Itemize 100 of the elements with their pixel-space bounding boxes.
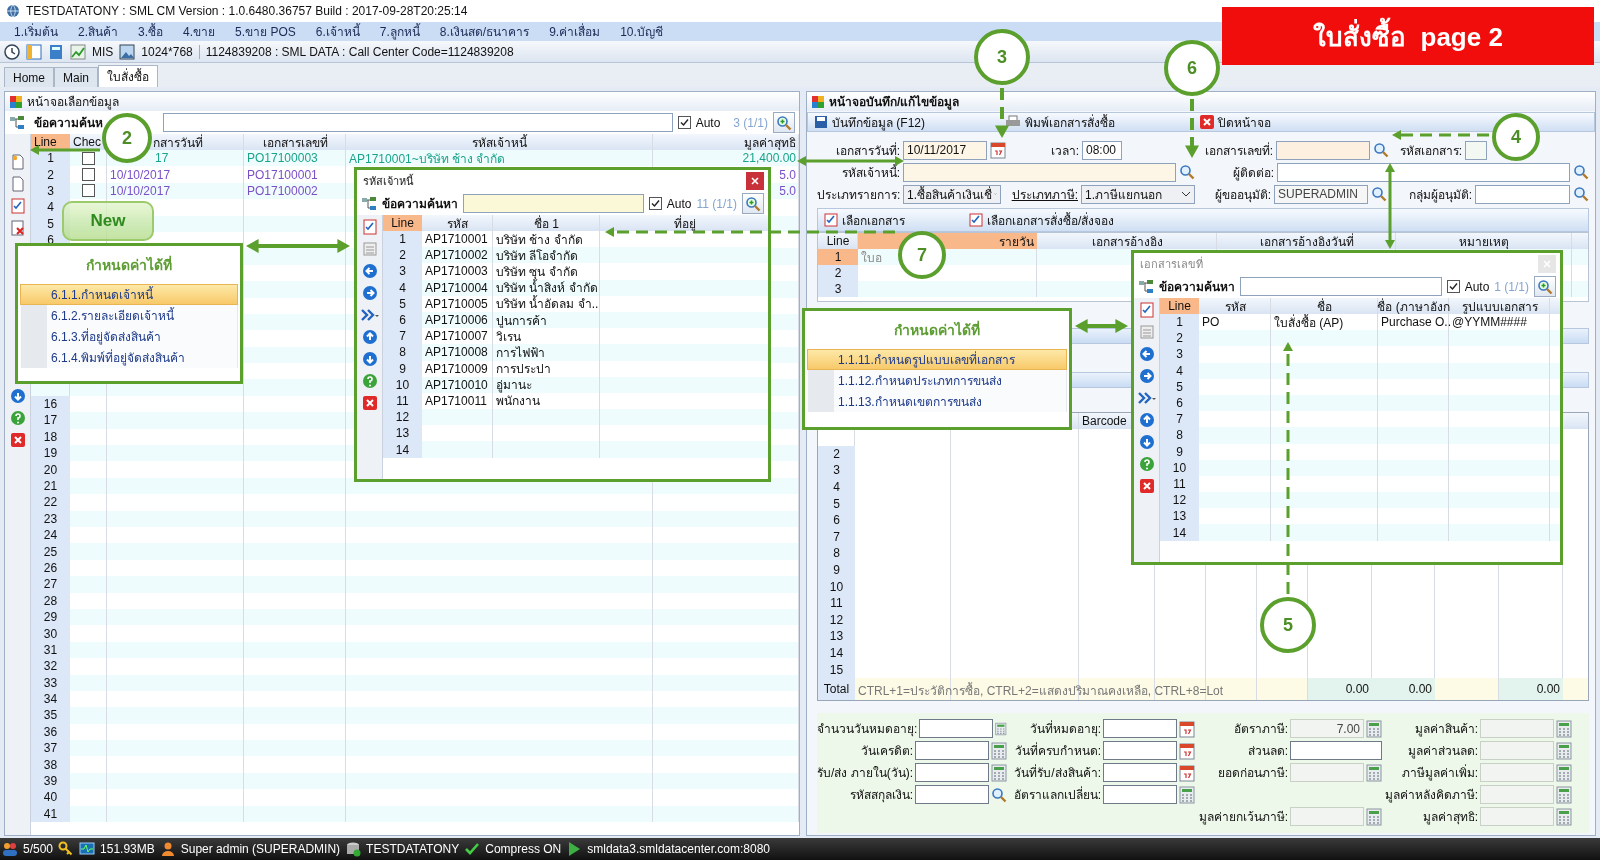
field-label: เวลา: (1049, 142, 1079, 160)
status-text: Super admin (SUPERADMIN) (180, 842, 341, 856)
result-count: 3 (1/1) (733, 115, 768, 130)
line-number: 3 (818, 462, 855, 479)
column-header: Line (826, 234, 850, 248)
table-cell: 10/10/2017 (110, 167, 171, 182)
line-number: 10 (818, 578, 855, 595)
line-number: 1 (383, 231, 422, 248)
line-number: 22 (31, 494, 70, 511)
line-number: 14 (1160, 524, 1199, 541)
line-number: 13 (1160, 508, 1199, 525)
total-label: Total (818, 677, 855, 700)
column-header: Line (383, 215, 422, 231)
line-number: 8 (818, 545, 855, 562)
table-cell: @YYMM#### (1452, 315, 1527, 330)
line-number: 35 (31, 707, 70, 724)
line-number: 14 (383, 441, 422, 458)
field-label: อัตราภาษี: (1232, 721, 1288, 739)
field-label: ประเภทรายการ: (817, 186, 900, 204)
table-cell-text: บริษัท ลีโอจำกัด (496, 247, 579, 265)
line-number: 2 (31, 166, 70, 183)
column-header: กสารวันที่ (153, 134, 203, 152)
field-label: อัตราแลกเปลี่ยน: (1012, 785, 1101, 805)
field-label: วันเครดิต: (859, 743, 913, 761)
line-number: 37 (31, 740, 70, 757)
line-number: 7 (383, 328, 422, 345)
field-label: ผู้ขออนุมัติ: (1213, 186, 1271, 204)
column-header: รหัส (1224, 298, 1246, 316)
field-label: จำนวนวันหมดอายุ: (817, 721, 918, 739)
status-text: TESTDATATONY (366, 842, 460, 856)
table-cell: AP1710003 (425, 264, 488, 279)
table-cell: Purchase O.. (1381, 315, 1452, 330)
field-label: ยอดก่อนภาษี: (1216, 765, 1288, 783)
line-number: 8 (383, 344, 422, 361)
line-number: 5 (818, 495, 855, 512)
line-number: 2 (383, 247, 422, 264)
status-text: smldata3.smldatacenter.com:8080 (587, 842, 770, 856)
table-cell: AP1710006 (425, 313, 488, 328)
table-cell: PO17100003 (247, 151, 318, 166)
field-label: มูลค่าส่วนลด: (1406, 743, 1478, 761)
table-cell: PO (1202, 315, 1220, 330)
line-number: 2 (818, 265, 858, 281)
field-label: มูลค่าสินค้า: (1413, 721, 1478, 739)
total-value: 0.00 (1499, 677, 1563, 700)
panel-title: หน้าจอบันทึก/แก้ไขข้อมูล (829, 94, 960, 111)
line-number: 3 (383, 263, 422, 280)
table-cell: 10/10/2017 (110, 183, 171, 198)
table-cell-text: ใบอ (861, 249, 882, 267)
table-cell: AP1710005 (425, 296, 488, 311)
table-cell-text: บริษัท ซุน จำกัด (496, 263, 578, 280)
column-header: รหัส (447, 215, 468, 233)
result-count: 1 (1/1) (1494, 279, 1529, 294)
table-cell: AP1710002 (425, 248, 488, 263)
table-cell-text: บริษัท ช้าง จำกัด (496, 231, 583, 249)
shortcut-hint: CTRL+1=ประวัติการซื้อ, CTRL+2=แสดงปริมาณคงเหลือ, CTRL+8=Lot (858, 681, 1224, 700)
table-cell-text: วิเรน (496, 328, 521, 346)
callout-title: กำหนดค่าได้ที่ (893, 319, 981, 340)
column-header: ชื่อ 1 (534, 215, 559, 233)
dialog-title: รหัสเจ้าหนี้ (363, 173, 414, 189)
select-value: 1.ซื้อสินค้าเงินเชื่ (907, 185, 992, 204)
field-label: ประเภทภาษี: (1010, 186, 1078, 204)
window-title: TESTDATATONY : SML CM Version : 1.0.6480.36757 Build : 2017-09-28T20:25:14 (26, 4, 468, 18)
line-number: 8 (1160, 427, 1199, 444)
column-header: เอกสารอ้างอิงวันที่ (1259, 233, 1354, 251)
line-number: 25 (31, 543, 70, 560)
status-text: 151.93MB (100, 842, 155, 856)
status-text: 5/500 (23, 842, 54, 856)
line-number: 1 (1160, 314, 1199, 331)
auto-label: Auto (666, 196, 692, 211)
table-cell: AP1710010 (425, 377, 488, 392)
field-label: รับ/ส่ง ภายใน(วัน): (817, 765, 913, 783)
field-label: รหัสเอกสาร: (1398, 142, 1462, 160)
table-cell: PO17100002 (247, 183, 318, 198)
column-header: Line (31, 134, 70, 150)
table-cell: AP1710004 (425, 280, 488, 295)
line-number: 20 (31, 461, 70, 478)
result-count: 11 (1/1) (696, 196, 737, 211)
table-cell: 21,400.00 (742, 151, 796, 166)
line-number: 7 (1160, 411, 1199, 428)
table-cell: AP1710011 (425, 393, 487, 408)
line-number: 1 (818, 249, 858, 265)
table-cell: 17 (155, 151, 169, 166)
field-label: เอกสารเลขที่: (1203, 141, 1273, 160)
field-label: กลุ่มผู้อนุมัติ: (1407, 186, 1472, 204)
column-header: รูปแบบเอกสาร (1461, 298, 1538, 316)
line-number: 27 (31, 576, 70, 593)
line-number: 30 (31, 625, 70, 642)
table-cell-text: ปูนการค้า (496, 312, 547, 330)
column-header: ชื่อ (ภาษาอังก (1377, 298, 1450, 316)
new-callout: New (62, 201, 154, 241)
table-cell: บริษัท น้ำอัดลม จำ.. (496, 294, 599, 314)
line-number: 17 (31, 412, 70, 429)
table-cell: AP1710007 (425, 329, 488, 344)
line-number: 19 (31, 445, 70, 462)
field-label: วันที่หมดอายุ: (1028, 719, 1101, 739)
column-header: ชื่อ (1317, 298, 1332, 316)
dialog-title: เอกสารเลขที่ (1140, 255, 1203, 272)
column-header: Line (1160, 298, 1199, 314)
field-label: เอกสารวันที่: (834, 141, 900, 160)
line-number: 13 (383, 425, 422, 442)
